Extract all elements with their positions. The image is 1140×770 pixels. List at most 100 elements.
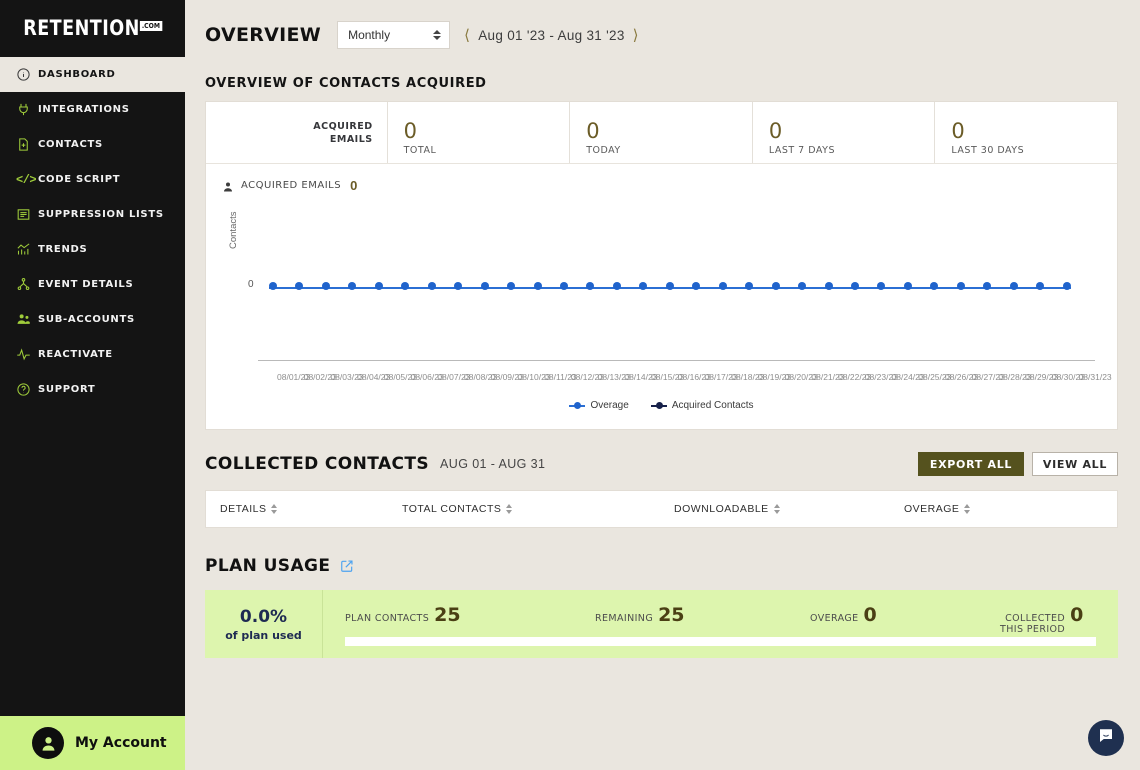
page-title: OVERVIEW xyxy=(205,24,322,46)
stat-last-30-days: 0 LAST 30 DAYS xyxy=(934,102,1117,163)
person-icon xyxy=(222,180,234,192)
legend-item-overage[interactable]: Overage xyxy=(569,400,629,411)
chart-data-point[interactable] xyxy=(1009,282,1018,290)
sidebar-item-trends[interactable]: TRENDS xyxy=(0,232,185,267)
collected-contacts-title: COLLECTED CONTACTS xyxy=(205,454,430,474)
plan-usage-metrics-block: PLAN CONTACTS 25 REMAINING 25 OVERAGE 0 … xyxy=(323,590,1118,658)
collected-contacts-actions: EXPORT ALL VIEW ALL xyxy=(918,452,1118,476)
chart-data-point[interactable] xyxy=(850,282,859,290)
node-graph-icon xyxy=(16,277,38,293)
sidebar: RETENTION .COM DASHBOARD INTEGRATIONS CON… xyxy=(0,0,185,770)
chart-x-tick-labels: 08/01/23 08/02/23 08/03/23 08/04/23 08/05/23… xyxy=(269,367,1112,385)
chart-data-point[interactable] xyxy=(956,282,965,290)
column-label: DOWNLOADABLE xyxy=(674,503,769,515)
overview-section-title: OVERVIEW OF CONTACTS ACQUIRED xyxy=(205,76,487,91)
plan-usage-title: PLAN USAGE xyxy=(205,556,331,576)
export-all-button[interactable]: EXPORT ALL xyxy=(918,452,1024,476)
chart-data-point[interactable] xyxy=(824,282,833,290)
column-header-total-contacts[interactable]: TOTAL CONTACTS xyxy=(402,503,674,515)
chevron-left-icon[interactable]: ⟨ xyxy=(464,28,470,43)
sidebar-item-label: REACTIVATE xyxy=(38,349,113,360)
chart-data-point[interactable] xyxy=(559,282,568,290)
sidebar-item-contacts[interactable]: CONTACTS xyxy=(0,127,185,162)
chart-data-point[interactable] xyxy=(983,282,992,290)
contacts-chart: ACQUIRED EMAILS 0 Contacts 0 08/01/23 08/… xyxy=(206,164,1117,429)
chart-data-point[interactable] xyxy=(692,282,701,290)
chart-data-point[interactable] xyxy=(269,282,277,290)
view-all-button[interactable]: VIEW ALL xyxy=(1032,452,1118,476)
sidebar-item-label: SUPPORT xyxy=(38,384,96,395)
column-label: DETAILS xyxy=(220,503,267,515)
metric-remaining: REMAINING 25 xyxy=(595,604,810,626)
column-header-details[interactable]: DETAILS xyxy=(220,503,402,515)
chart-legend: Overage Acquired Contacts xyxy=(206,400,1117,411)
period-select[interactable]: Monthly xyxy=(337,21,451,49)
sidebar-nav: DASHBOARD INTEGRATIONS CONTACTS </> CODE… xyxy=(0,57,185,407)
chart-data-point[interactable] xyxy=(1062,282,1071,290)
chart-data-point[interactable] xyxy=(321,282,330,290)
sidebar-item-event-details[interactable]: EVENT DETAILS xyxy=(0,267,185,302)
chart-data-point[interactable] xyxy=(480,282,489,290)
stat-value: 0 xyxy=(951,118,965,143)
chart-data-point[interactable] xyxy=(665,282,674,290)
chart-data-point[interactable] xyxy=(454,282,463,290)
chart-data-point[interactable] xyxy=(745,282,754,290)
sidebar-item-sub-accounts[interactable]: SUB-ACCOUNTS xyxy=(0,302,185,337)
chevron-right-icon[interactable]: ⟩ xyxy=(633,28,639,43)
app-root: RETENTION .COM DASHBOARD INTEGRATIONS CON… xyxy=(0,0,1140,770)
sidebar-item-label: TRENDS xyxy=(38,244,88,255)
sidebar-item-integrations[interactable]: INTEGRATIONS xyxy=(0,92,185,127)
chat-launcher-button[interactable] xyxy=(1088,720,1124,756)
legend-item-acquired-contacts[interactable]: Acquired Contacts xyxy=(650,400,754,411)
chart-data-point[interactable] xyxy=(295,282,304,290)
sidebar-item-suppression-lists[interactable]: SUPPRESSION LISTS xyxy=(0,197,185,232)
brand-name: RETENTION .COM xyxy=(23,15,163,40)
sidebar-item-label: INTEGRATIONS xyxy=(38,104,130,115)
column-header-overage[interactable]: OVERAGE xyxy=(904,503,971,515)
metric-value: 0 xyxy=(863,604,877,626)
chart-data-point[interactable] xyxy=(877,282,886,290)
chart-data-point[interactable] xyxy=(718,282,727,290)
my-account-button[interactable]: My Account xyxy=(0,716,185,770)
chart-data-point[interactable] xyxy=(930,282,939,290)
chart-data-point[interactable] xyxy=(533,282,542,290)
acquired-emails-summary: ACQUIRED EMAILS 0 xyxy=(222,178,1103,193)
chart-data-point[interactable] xyxy=(586,282,595,290)
chart-data-point[interactable] xyxy=(612,282,621,290)
column-header-downloadable[interactable]: DOWNLOADABLE xyxy=(674,503,904,515)
sidebar-item-support[interactable]: SUPPORT xyxy=(0,372,185,407)
stat-caption: TODAY xyxy=(586,144,621,156)
stat-caption: LAST 30 DAYS xyxy=(951,144,1025,156)
chart-data-point[interactable] xyxy=(427,282,436,290)
chat-bubble-icon xyxy=(1097,727,1115,750)
plan-usage-percent-block: 0.0% of plan used xyxy=(205,590,323,658)
chart-data-point[interactable] xyxy=(374,282,383,290)
plan-usage-metrics: PLAN CONTACTS 25 REMAINING 25 OVERAGE 0 … xyxy=(345,604,1096,635)
sort-arrows-icon xyxy=(964,504,971,514)
chart-data-point[interactable] xyxy=(639,282,648,290)
stat-caption: TOTAL xyxy=(403,144,437,156)
chart-data-point[interactable] xyxy=(401,282,410,290)
column-label: OVERAGE xyxy=(904,503,960,515)
chart-data-point[interactable] xyxy=(507,282,516,290)
chart-data-point[interactable] xyxy=(348,282,357,290)
list-icon xyxy=(16,207,38,223)
brand-logo[interactable]: RETENTION .COM xyxy=(0,0,185,55)
sidebar-item-dashboard[interactable]: DASHBOARD xyxy=(0,57,185,92)
chart-data-point[interactable] xyxy=(798,282,807,290)
edit-square-icon[interactable] xyxy=(340,559,354,573)
sidebar-item-code-script[interactable]: </> CODE SCRIPT xyxy=(0,162,185,197)
sidebar-item-label: EVENT DETAILS xyxy=(38,279,134,290)
stats-row: ACQUIRED EMAILS 0 TOTAL 0 TODAY 0 LAST 7… xyxy=(206,102,1117,164)
sidebar-item-reactivate[interactable]: REACTIVATE xyxy=(0,337,185,372)
metric-value: 25 xyxy=(434,604,461,626)
legend-marker-icon xyxy=(569,401,586,410)
chart-data-point[interactable] xyxy=(1036,282,1045,290)
legend-label: Acquired Contacts xyxy=(671,400,754,411)
collected-contacts-header: COLLECTED CONTACTS AUG 01 - AUG 31 EXPOR… xyxy=(205,452,1118,476)
column-label: TOTAL CONTACTS xyxy=(402,503,502,515)
acquired-emails-value: 0 xyxy=(350,178,358,193)
chart-data-point[interactable] xyxy=(771,282,780,290)
chart-data-point[interactable] xyxy=(903,282,912,290)
metric-label-line1: COLLECTED xyxy=(1005,613,1066,624)
